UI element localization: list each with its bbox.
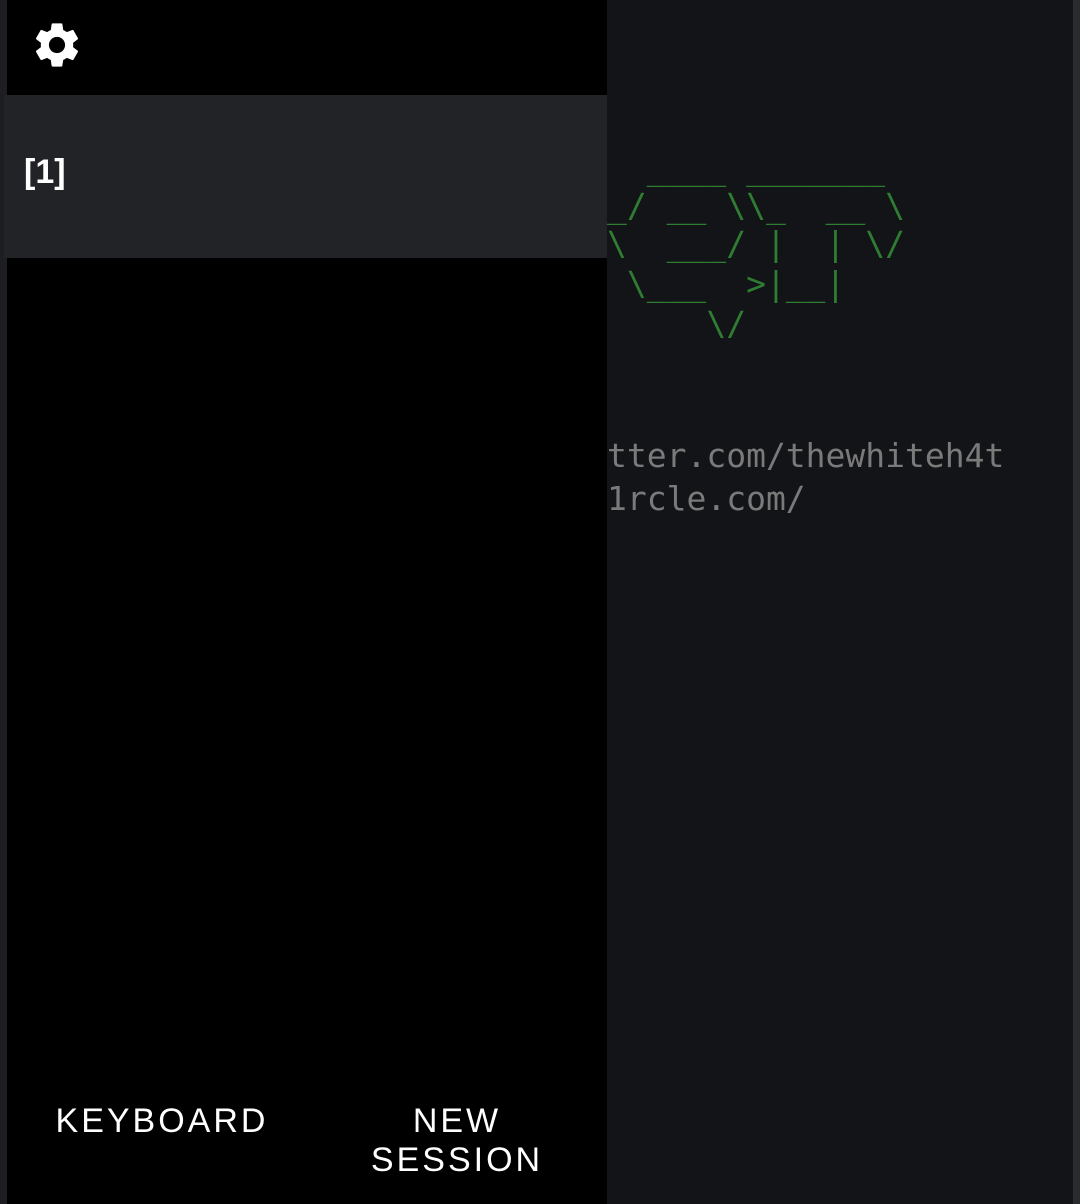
screen-edge [1073,0,1080,1204]
ascii-art-line: \ ___/ | | \/ [607,224,906,263]
session-list-item[interactable]: [1] [4,95,607,258]
terminal-link-line: tter.com/thewhiteh4t [607,436,1005,475]
keyboard-button[interactable]: KEYBOARD [37,1102,287,1141]
ascii-art-line: \/ [607,304,747,343]
new-session-button[interactable]: NEW SESSION [347,1102,567,1180]
ascii-art-line: \___ >|__| [607,264,846,303]
ascii-art-line: _/ __ \\_ __ \ [607,186,906,225]
terminal-link-line: 1rcle.com/ [607,479,806,518]
new-session-label-line1: NEW [412,1102,502,1140]
settings-button[interactable] [30,18,84,72]
drawer-header [7,0,607,95]
app-screen: ____ _______ _/ __ \\_ __ \ \ ___/ | | \… [0,0,1080,1204]
gear-icon [35,23,79,67]
new-session-label-line2: SESSION [370,1141,544,1179]
session-drawer: [1] KEYBOARD NEW SESSION [4,0,607,1204]
ascii-art-line: ____ _______ [607,148,886,187]
session-label: [1] [24,153,66,191]
